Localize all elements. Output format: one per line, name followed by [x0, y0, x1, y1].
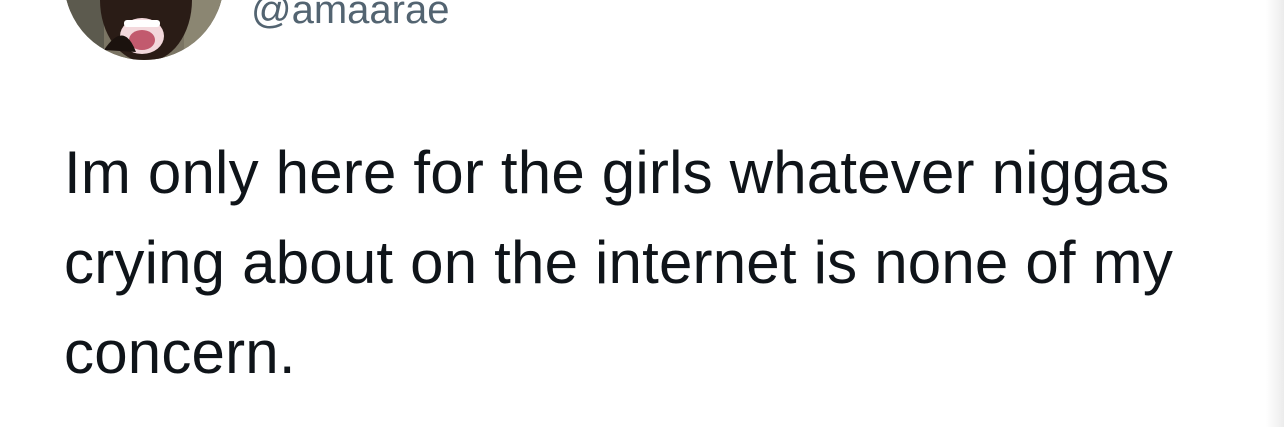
avatar[interactable] — [64, 0, 224, 60]
author-handle[interactable]: @amaarae — [251, 0, 449, 34]
tweet-card: @amaarae Im only here for the girls what… — [0, 0, 1284, 427]
tweet-text: Im only here for the girls whatever nigg… — [64, 139, 1174, 386]
profile-avatar-icon — [64, 0, 224, 60]
edge-shadow — [1266, 0, 1284, 427]
